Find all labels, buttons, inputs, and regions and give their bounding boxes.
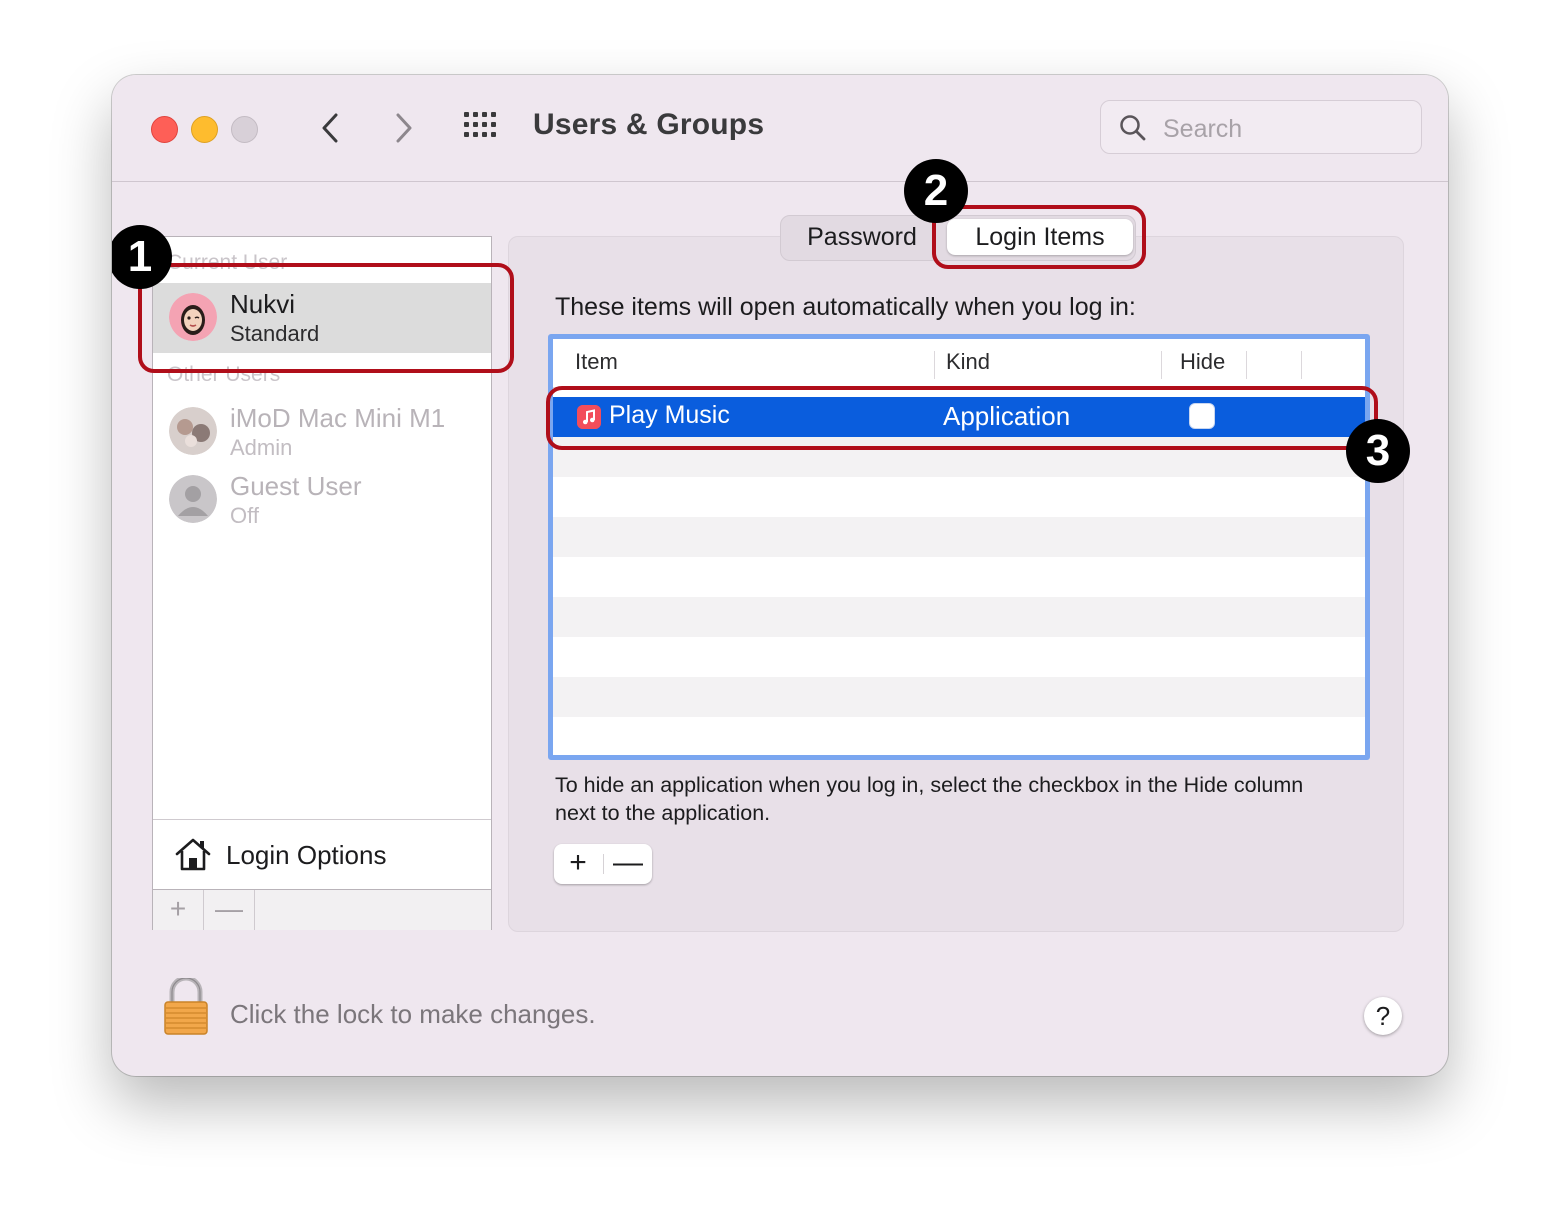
sidebar-toolbar: + —	[153, 889, 491, 930]
remove-user-button[interactable]: —	[204, 890, 255, 930]
annotation-highlight-3	[546, 386, 1378, 450]
table-row-empty	[553, 597, 1365, 637]
table-row-empty	[553, 677, 1365, 717]
window-title: Users & Groups	[533, 108, 765, 141]
search-field[interactable]	[1100, 100, 1422, 154]
annotation-highlight-2	[932, 205, 1146, 269]
column-header-kind[interactable]: Kind	[946, 349, 990, 375]
tab-password[interactable]: Password	[781, 216, 943, 258]
forward-button[interactable]	[384, 107, 424, 149]
table-row-empty	[553, 557, 1365, 597]
table-row-empty	[553, 517, 1365, 557]
zoom-button[interactable]	[231, 116, 258, 143]
login-options-item[interactable]: Login Options	[153, 820, 491, 890]
titlebar: Users & Groups	[112, 75, 1448, 182]
annotation-highlight-1	[138, 263, 514, 373]
column-header-item[interactable]: Item	[575, 349, 618, 375]
add-login-item-button[interactable]: +	[554, 844, 602, 884]
user-name: iMoD Mac Mini M1	[230, 403, 446, 433]
lock-status-text: Click the lock to make changes.	[230, 999, 596, 1029]
back-chevron-icon	[322, 113, 338, 143]
column-separator	[934, 351, 935, 379]
table-row-empty	[553, 477, 1365, 517]
avatar-icon	[169, 475, 217, 523]
lock-button[interactable]	[162, 975, 210, 1041]
forward-chevron-icon	[396, 113, 412, 143]
column-separator	[1301, 351, 1302, 379]
column-separator	[1161, 351, 1162, 379]
back-button[interactable]	[312, 107, 352, 149]
annotation-number-2: 2	[904, 159, 968, 223]
annotation-number-3: 3	[1346, 419, 1410, 483]
login-items-intro: These items will open automatically when…	[555, 293, 1136, 321]
login-options-label: Login Options	[226, 840, 387, 870]
house-icon	[175, 838, 211, 871]
table-row-empty	[553, 717, 1365, 755]
preferences-window: Users & Groups Current User	[112, 75, 1448, 1076]
user-role: Off	[230, 503, 259, 528]
user-row-guest[interactable]: Guest User Off	[153, 465, 491, 535]
add-user-button[interactable]: +	[153, 890, 204, 930]
user-role: Admin	[230, 435, 293, 460]
column-header-hide[interactable]: Hide	[1180, 349, 1225, 375]
search-icon	[1120, 115, 1146, 141]
table-header: Item Kind Hide	[553, 339, 1365, 388]
grid-icon[interactable]	[464, 112, 504, 142]
hide-hint-text: To hide an application when you log in, …	[555, 773, 1304, 825]
column-separator	[1246, 351, 1247, 379]
remove-login-item-button[interactable]: —	[604, 844, 652, 884]
search-input[interactable]	[1161, 111, 1405, 147]
table-row-empty	[553, 637, 1365, 677]
minimize-button[interactable]	[191, 116, 218, 143]
add-remove-control: + —	[554, 844, 652, 884]
avatar-icon	[169, 407, 217, 455]
user-name: Guest User	[230, 471, 362, 501]
close-button[interactable]	[151, 116, 178, 143]
user-row-imod[interactable]: iMoD Mac Mini M1 Admin	[153, 397, 491, 467]
lock-icon	[164, 975, 208, 1035]
help-button[interactable]: ?	[1364, 997, 1402, 1035]
